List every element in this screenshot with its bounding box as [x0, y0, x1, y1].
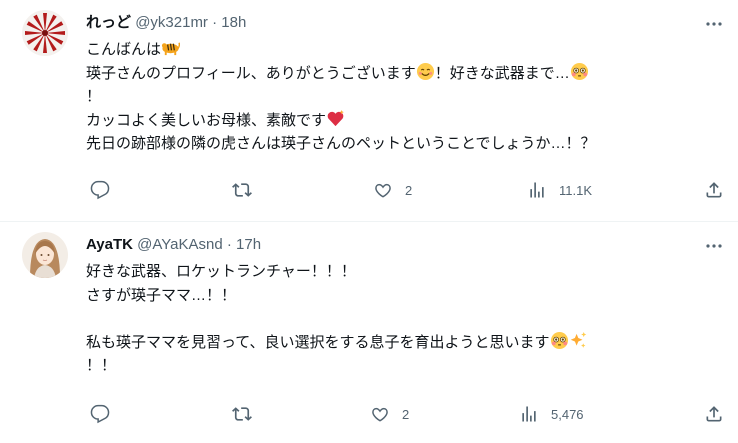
share-button[interactable]	[704, 402, 724, 426]
retweet-icon	[232, 407, 252, 421]
like-button[interactable]: 2	[370, 402, 409, 426]
views-button[interactable]: 11.1K	[527, 178, 592, 202]
views-count: 11.1K	[559, 182, 593, 198]
like-icon	[372, 407, 388, 422]
sparkles-icon	[569, 331, 588, 350]
tweet-line: カッコよく美しいお母様、素敵です	[86, 111, 327, 129]
reply-icon	[90, 404, 110, 424]
views-count: 5,476	[551, 406, 584, 422]
tiger-icon	[161, 38, 181, 57]
avatar[interactable]	[22, 232, 68, 278]
tweet[interactable]: AyaTK @AYaKAsnd · 17h 好きな武器、ロケットランチャー！！！…	[0, 222, 738, 443]
tweet-line: 瑛子さんのプロフィール、ありがとうございます	[86, 64, 416, 82]
tweet-header: れっど @yk321mr · 18h	[86, 13, 246, 33]
tweet-line: ！	[86, 88, 102, 105]
display-name[interactable]: AyaTK	[86, 236, 133, 253]
tweet-actions: 2 11.1K	[86, 178, 726, 202]
share-button[interactable]	[704, 178, 724, 202]
retweet-button[interactable]	[232, 178, 264, 202]
tweet-text: こんばんは 瑛子さんのプロフィール、ありがとうございます ！好きな武器まで… ！ …	[86, 38, 716, 156]
reply-button[interactable]	[90, 402, 122, 426]
more-icon[interactable]	[704, 14, 724, 34]
tweet-line: 私も瑛子ママを見習って、良い選択をする息子を育出ようと思います	[86, 333, 550, 351]
display-name[interactable]: れっど	[86, 14, 131, 31]
reply-button[interactable]	[90, 178, 122, 202]
tweet[interactable]: れっど @yk321mr · 18h こんばんは 瑛子さんのプロフィール、ありが…	[0, 0, 738, 222]
retweet-button[interactable]	[232, 402, 264, 426]
flushed-face-icon	[550, 331, 569, 350]
views-icon	[522, 406, 536, 422]
tweet-line: さすが瑛子ママ…！！	[86, 286, 237, 304]
avatar[interactable]	[22, 10, 68, 56]
tweet-line: ！！	[86, 357, 117, 374]
retweet-icon	[232, 183, 252, 197]
tweet-line: 好きな武器、ロケットランチャー！！！	[86, 263, 356, 280]
share-icon	[706, 182, 722, 198]
tweet-header: AyaTK @AYaKAsnd · 17h	[86, 235, 261, 255]
more-icon[interactable]	[704, 236, 724, 256]
tweet-actions: 2 5,476	[86, 402, 726, 426]
handle-and-time[interactable]: @AYaKAsnd · 17h	[137, 236, 261, 253]
smiling-face-icon	[416, 62, 435, 81]
views-button[interactable]: 5,476	[519, 402, 584, 426]
tweet-line: 先日の跡部様の隣の虎さんは瑛子さんのペットということでしょうか…！？	[86, 135, 596, 152]
views-icon	[530, 182, 544, 198]
flushed-face-icon	[570, 62, 589, 81]
like-count: 2	[402, 406, 410, 422]
like-count: 2	[405, 182, 413, 198]
tweet-line: こんばんは	[86, 41, 162, 58]
share-icon	[706, 406, 722, 422]
reply-icon	[90, 180, 110, 200]
like-button[interactable]: 2	[373, 178, 412, 202]
tweet-text: 好きな武器、ロケットランチャー！！！ さすが瑛子ママ…！！ 私も瑛子ママを見習っ…	[86, 260, 716, 378]
handle-and-time[interactable]: @yk321mr · 18h	[135, 14, 246, 31]
like-icon	[375, 183, 391, 198]
tweet-line: ！好きな武器まで…	[434, 64, 570, 82]
sparkling-heart-icon	[326, 109, 345, 128]
